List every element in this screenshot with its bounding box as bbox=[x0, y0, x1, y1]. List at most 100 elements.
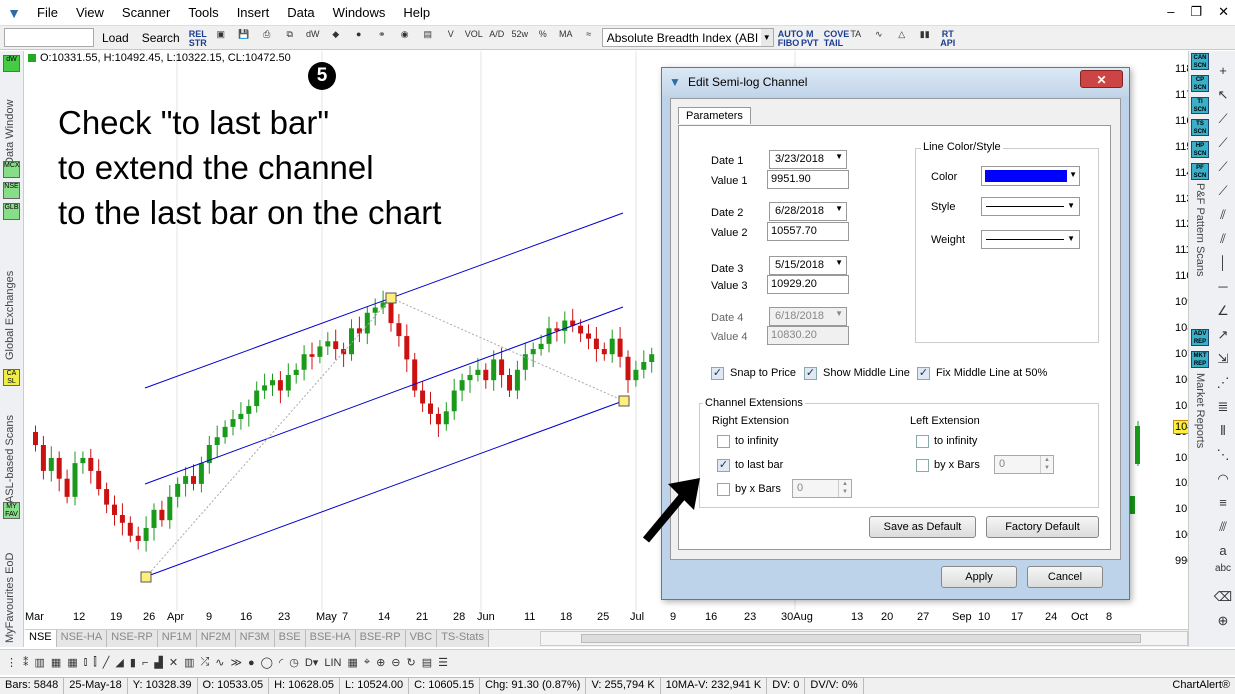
line-tool-icon[interactable]: ⟋ bbox=[1213, 111, 1233, 129]
ohlc-type-icon[interactable]: ⫿ bbox=[93, 656, 97, 669]
pf-scan-icon[interactable]: PF SCN bbox=[1191, 163, 1209, 180]
zoom-out-icon[interactable]: ⊖ bbox=[391, 656, 400, 669]
menu-scanner[interactable]: Scanner bbox=[113, 5, 179, 20]
trend-tool-icon[interactable]: ⟋ bbox=[1213, 183, 1233, 201]
segment-tool-icon[interactable]: ⟋ bbox=[1213, 159, 1233, 177]
crosshair-toggle-icon[interactable]: ⌖ bbox=[364, 656, 370, 669]
right-by-x-bars-checkbox[interactable] bbox=[717, 483, 730, 496]
value2-input[interactable]: 10557.70 bbox=[767, 222, 849, 241]
time-icon[interactable]: ◷ bbox=[289, 656, 299, 669]
parallel-tool-icon[interactable]: ⫽ bbox=[1213, 231, 1233, 249]
global-icon[interactable]: GLB bbox=[3, 203, 20, 220]
value1-input[interactable]: 9951.90 bbox=[767, 170, 849, 189]
menu-help[interactable]: Help bbox=[394, 5, 439, 20]
horizontal-line-icon[interactable]: ─ bbox=[1213, 279, 1233, 297]
heikin-icon[interactable]: ▥ bbox=[184, 656, 194, 669]
save-as-default-button[interactable]: Save as Default bbox=[869, 516, 976, 538]
hilo-icon[interactable]: 52w bbox=[510, 29, 530, 47]
line-weight-select[interactable]: ▼ bbox=[981, 230, 1080, 249]
scan-icon[interactable]: ● bbox=[349, 29, 369, 47]
tab-nse-rp[interactable]: NSE-RP bbox=[107, 630, 158, 647]
menu-windows[interactable]: Windows bbox=[324, 5, 395, 20]
left-panel-myfavourites[interactable]: MyFavourites EoD bbox=[4, 523, 16, 643]
save-icon[interactable]: 💾 bbox=[234, 29, 254, 47]
ta-icon[interactable]: TA bbox=[846, 29, 866, 47]
ma-icon[interactable]: MA bbox=[556, 29, 576, 47]
dialog-close-button[interactable]: ✕ bbox=[1080, 70, 1123, 88]
kagi-icon[interactable]: ⌐ bbox=[142, 657, 148, 669]
triangle-icon[interactable]: △ bbox=[892, 29, 912, 47]
menu-data[interactable]: Data bbox=[278, 5, 323, 20]
left-by-x-bars-checkbox[interactable] bbox=[916, 459, 929, 472]
ts-scan-icon[interactable]: TS SCN bbox=[1191, 119, 1209, 136]
menu-view[interactable]: View bbox=[67, 5, 113, 20]
nse-icon[interactable]: NSE bbox=[3, 182, 20, 199]
vertical-line-icon[interactable]: │ bbox=[1213, 255, 1233, 273]
text-abc-icon[interactable]: abc bbox=[1213, 563, 1233, 581]
angle-tool-icon[interactable]: ∠ bbox=[1213, 303, 1233, 321]
date1-picker[interactable]: 3/23/2018 ▼ bbox=[769, 150, 847, 169]
candle-scan-icon[interactable]: CAN SCN bbox=[1191, 53, 1209, 70]
adv-report-icon[interactable]: ADV REP bbox=[1191, 329, 1209, 346]
ad-icon[interactable]: A/D bbox=[487, 29, 507, 47]
fib-time-icon[interactable]: ⫴ bbox=[1213, 423, 1233, 441]
tab-nf2m[interactable]: NF2M bbox=[196, 630, 236, 647]
copy-icon[interactable]: ⧉ bbox=[280, 29, 300, 47]
zoom-in-icon[interactable]: ⊕ bbox=[376, 656, 385, 669]
tab-bse[interactable]: BSE bbox=[274, 630, 306, 647]
menu-insert[interactable]: Insert bbox=[228, 5, 279, 20]
globe-icon[interactable]: ◉ bbox=[395, 29, 415, 47]
grid-icon[interactable]: ▦ bbox=[347, 656, 357, 669]
date3-picker[interactable]: 5/15/2018 ▼ bbox=[769, 256, 847, 275]
dialog-title-bar[interactable]: ▼ Edit Semi-log Channel bbox=[662, 68, 1129, 96]
fix-middle-line-checkbox[interactable]: ✓ bbox=[917, 367, 930, 380]
volume-icon[interactable]: V bbox=[441, 29, 461, 47]
layout-icon[interactable]: ▤ bbox=[418, 29, 438, 47]
tab-nse[interactable]: NSE bbox=[25, 630, 57, 647]
right-panel-pf-scans[interactable]: P&F Pattern Scans bbox=[1194, 183, 1206, 323]
text-tool-icon[interactable]: a bbox=[1213, 543, 1233, 561]
tab-nf3m[interactable]: NF3M bbox=[235, 630, 275, 647]
equivolume-icon[interactable]: ▮ bbox=[130, 656, 136, 669]
fib-lines-icon[interactable]: ≣ bbox=[1213, 399, 1233, 417]
area-type-icon[interactable]: ◢ bbox=[115, 656, 123, 669]
ray-tool-icon[interactable]: ⟋ bbox=[1213, 135, 1233, 153]
ellipse-icon[interactable]: ◯ bbox=[261, 656, 273, 669]
horizontal-scrollbar[interactable] bbox=[540, 631, 1188, 646]
refresh-icon[interactable]: ↻ bbox=[407, 656, 416, 669]
show-middle-line-checkbox[interactable]: ✓ bbox=[804, 367, 817, 380]
tab-bse-rp[interactable]: BSE-RP bbox=[355, 630, 406, 647]
myfav-icon[interactable]: MY FAV bbox=[3, 502, 20, 519]
snap-to-price-checkbox[interactable]: ✓ bbox=[711, 367, 724, 380]
arc-tool-icon[interactable]: ◠ bbox=[1213, 471, 1233, 489]
notes-icon[interactable]: ▤ bbox=[422, 656, 432, 669]
cp-scan-icon[interactable]: CP SCN bbox=[1191, 75, 1209, 92]
cancel-button[interactable]: Cancel bbox=[1027, 566, 1103, 588]
left-panel-global-exchanges[interactable]: Global Exchanges bbox=[4, 225, 16, 360]
left-to-infinity-checkbox[interactable] bbox=[916, 435, 929, 448]
data-window-tab-icon[interactable]: dW bbox=[3, 55, 20, 72]
candle-type-icon[interactable]: ⫾ bbox=[84, 656, 88, 669]
search-button[interactable]: Search bbox=[137, 31, 185, 45]
indicator-select[interactable]: Absolute Breadth Index (ABI ▼ bbox=[601, 28, 774, 47]
record-icon[interactable]: ● bbox=[248, 657, 255, 669]
compare-icon[interactable]: ⁑ bbox=[23, 656, 29, 669]
d-menu-icon[interactable]: D▾ bbox=[305, 656, 318, 669]
ma-cross-icon[interactable]: ⤮ bbox=[200, 656, 209, 669]
pf-chart-icon[interactable]: ✕ bbox=[169, 656, 178, 669]
color-picker[interactable]: ▼ bbox=[981, 166, 1080, 186]
line-style-select[interactable]: ▼ bbox=[981, 197, 1080, 216]
lock-tool-icon[interactable]: ⊕ bbox=[1213, 613, 1233, 631]
pointer-icon[interactable]: ↖ bbox=[1213, 87, 1233, 105]
arrow-tool-icon[interactable]: ↗ bbox=[1213, 327, 1233, 345]
tab-bse-ha[interactable]: BSE-HA bbox=[305, 630, 356, 647]
lin-icon[interactable]: LIN bbox=[324, 657, 341, 669]
casl-icon[interactable]: CA SL bbox=[3, 369, 20, 386]
right-panel-market-reports[interactable]: Market Reports bbox=[1194, 373, 1206, 473]
chain-icon[interactable]: ⚭ bbox=[372, 29, 392, 47]
cove-tail-icon[interactable]: COVE TAIL bbox=[823, 29, 850, 47]
menu-file[interactable]: File bbox=[28, 5, 67, 20]
envelope-icon[interactable]: ≈ bbox=[579, 29, 599, 47]
data-window-icon[interactable]: dW bbox=[303, 29, 323, 47]
gann-fan-icon[interactable]: ⋱ bbox=[1213, 447, 1233, 465]
